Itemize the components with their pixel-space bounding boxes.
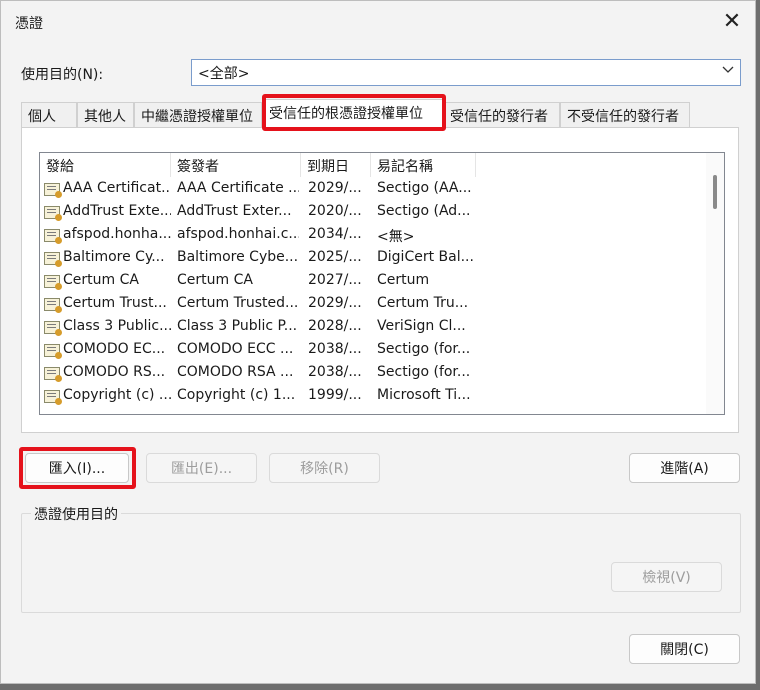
certificate-list[interactable]: 發給 簽發者 到期日 易記名稱 AAA Certificat... AAA Ce…	[39, 152, 725, 415]
cell-issued-to: afspod.honha...	[63, 226, 171, 242]
cell-expiration: 2034/...	[308, 226, 362, 242]
cell-friendly-name: Sectigo (for...	[377, 364, 471, 380]
cell-expiration: 2038/...	[308, 341, 362, 357]
certificates-dialog: 憑證 ✕ 使用目的(N): <全部> 個人 其他人 中繼憑證授權單位 受信任的根…	[0, 0, 756, 684]
cell-friendly-name: Sectigo (AA...	[377, 180, 472, 196]
remove-button[interactable]: 移除(R)	[269, 453, 380, 483]
import-button[interactable]: 匯入(I)...	[25, 453, 129, 483]
table-row[interactable]: Copyright (c) ... Copyright (c) 1... 199…	[40, 385, 707, 408]
cell-friendly-name: Sectigo (for...	[377, 341, 471, 357]
tab-label: 不受信任的發行者	[567, 109, 679, 125]
table-row[interactable]: COMODO EC... COMODO ECC ... 2038/... Sec…	[40, 339, 707, 362]
cell-issued-by: AddTrust Exter...	[177, 203, 292, 219]
list-scrollbar[interactable]	[706, 153, 724, 414]
column-header-expiration[interactable]: 到期日	[301, 153, 371, 177]
table-row[interactable]: COMODO RS... COMODO RSA ... 2038/... Sec…	[40, 362, 707, 385]
scrollbar-thumb[interactable]	[713, 175, 717, 209]
table-row[interactable]: Class 3 Public... Class 3 Public P... 20…	[40, 316, 707, 339]
cell-expiration: 1999/...	[308, 387, 362, 403]
cell-issued-to: COMODO RS...	[63, 364, 166, 380]
export-button[interactable]: 匯出(E)...	[146, 453, 257, 483]
cell-friendly-name: Certum	[377, 272, 430, 288]
list-header: 發給 簽發者 到期日 易記名稱	[40, 153, 707, 177]
cell-issued-by: Copyright (c) 1...	[177, 387, 296, 403]
certificate-icon	[44, 229, 62, 244]
cell-issued-to: AddTrust Exte...	[63, 203, 171, 219]
cell-friendly-name: Sectigo (Ad...	[377, 203, 471, 219]
cell-issued-to: Certum CA	[63, 272, 139, 288]
advanced-button[interactable]: 進階(A)	[629, 453, 740, 483]
purpose-label: 使用目的(N):	[21, 67, 104, 83]
cell-expiration: 2038/...	[308, 364, 362, 380]
column-header-issued-to[interactable]: 發給	[40, 153, 171, 177]
cell-expiration: 2028/...	[308, 318, 362, 334]
tab-trusted-root-ca[interactable]: 受信任的根憑證授權單位	[262, 99, 443, 127]
cell-friendly-name: Certum Tru...	[377, 295, 469, 311]
column-header-issued-by[interactable]: 簽發者	[171, 153, 301, 177]
cell-issued-by: afspod.honhai.c...	[177, 226, 299, 242]
certificate-icon	[44, 390, 62, 405]
chevron-down-icon	[722, 63, 734, 78]
cell-expiration: 2029/...	[308, 180, 362, 196]
cell-issued-by: AAA Certificate ...	[177, 180, 299, 196]
cell-issued-by: COMODO RSA ...	[177, 364, 294, 380]
cell-expiration: 2025/...	[308, 249, 362, 265]
cell-friendly-name: VeriSign Cl...	[377, 318, 466, 334]
tab-intermediate-ca[interactable]: 中繼憑證授權單位	[134, 102, 262, 127]
cell-issued-to: AAA Certificat...	[63, 180, 171, 196]
list-rows: AAA Certificat... AAA Certificate ... 20…	[40, 178, 707, 408]
certificate-icon	[44, 344, 62, 359]
certificate-icon	[44, 298, 62, 313]
cell-issued-by: Class 3 Public P...	[177, 318, 298, 334]
close-icon[interactable]: ✕	[709, 1, 755, 41]
cell-issued-by: COMODO ECC ...	[177, 341, 294, 357]
certificate-icon	[44, 275, 62, 290]
certificate-icon	[44, 206, 62, 221]
table-row[interactable]: Certum Trust... Certum Trusted... 2029/.…	[40, 293, 707, 316]
tab-other-people[interactable]: 其他人	[77, 102, 134, 127]
table-row[interactable]: AddTrust Exte... AddTrust Exter... 2020/…	[40, 201, 707, 224]
dialog-title: 憑證	[15, 16, 43, 32]
certificate-purposes-label: 憑證使用目的	[31, 504, 121, 524]
cell-issued-to: COMODO EC...	[63, 341, 166, 357]
tab-panel: 發給 簽發者 到期日 易記名稱 AAA Certificat... AAA Ce…	[21, 127, 739, 433]
cell-friendly-name: DigiCert Bal...	[377, 249, 473, 265]
purpose-select[interactable]: <全部>	[191, 59, 741, 86]
certificate-icon	[44, 321, 62, 336]
cell-issued-to: Class 3 Public...	[63, 318, 171, 334]
view-button[interactable]: 檢視(V)	[611, 562, 722, 592]
tab-label: 中繼憑證授權單位	[141, 109, 253, 125]
cell-expiration: 2027/...	[308, 272, 362, 288]
cell-friendly-name: Microsoft Ti...	[377, 387, 471, 403]
tab-label: 個人	[28, 109, 56, 125]
table-row[interactable]: AAA Certificat... AAA Certificate ... 20…	[40, 178, 707, 201]
purpose-select-value: <全部>	[198, 66, 250, 82]
column-header-friendly-name[interactable]: 易記名稱	[371, 153, 476, 177]
table-row[interactable]: Baltimore Cy... Baltimore Cybe... 2025/.…	[40, 247, 707, 270]
tab-trusted-publishers[interactable]: 受信任的發行者	[443, 102, 560, 127]
cell-issued-to: Copyright (c) ...	[63, 387, 171, 403]
tab-label: 受信任的根憑證授權單位	[269, 106, 423, 122]
tab-untrusted-publishers[interactable]: 不受信任的發行者	[560, 102, 690, 127]
cell-expiration: 2020/...	[308, 203, 362, 219]
close-button[interactable]: 關閉(C)	[629, 634, 740, 664]
certificate-icon	[44, 183, 62, 198]
certificate-icon	[44, 252, 62, 267]
cell-friendly-name: <無>	[377, 229, 415, 245]
cell-issued-by: Certum CA	[177, 272, 253, 288]
cell-issued-by: Baltimore Cybe...	[177, 249, 299, 265]
cell-issued-to: Certum Trust...	[63, 295, 167, 311]
table-row[interactable]: afspod.honha... afspod.honhai.c... 2034/…	[40, 224, 707, 247]
cell-issued-to: Baltimore Cy...	[63, 249, 165, 265]
tab-personal[interactable]: 個人	[21, 102, 77, 127]
cell-issued-by: Certum Trusted...	[177, 295, 299, 311]
tab-label: 受信任的發行者	[450, 109, 548, 125]
table-row[interactable]: Certum CA Certum CA 2027/... Certum	[40, 270, 707, 293]
certificate-icon	[44, 367, 62, 382]
tab-label: 其他人	[84, 109, 126, 125]
cell-expiration: 2029/...	[308, 295, 362, 311]
